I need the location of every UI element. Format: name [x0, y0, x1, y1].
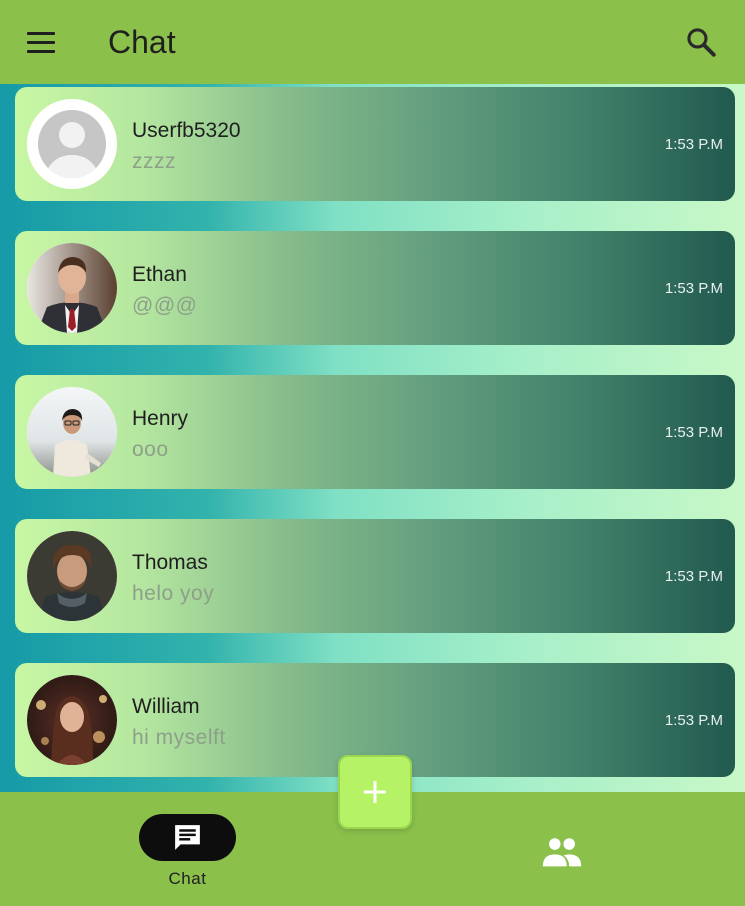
- chat-last-message: zzzz: [132, 150, 176, 173]
- photo-woman-icon: [27, 675, 117, 765]
- chat-list-item[interactable]: Thomas helo yoy 1:53 P.M: [15, 519, 735, 633]
- chat-last-message: @@@: [132, 294, 198, 317]
- chat-last-message: hi myselft: [132, 726, 226, 749]
- nav-item-chat[interactable]: Chat: [139, 814, 236, 888]
- chat-time: 1:53 P.M: [664, 424, 723, 441]
- chat-name: Henry: [132, 407, 189, 430]
- people-icon: [542, 838, 582, 867]
- new-chat-button[interactable]: [338, 755, 412, 829]
- menu-icon[interactable]: [27, 32, 57, 54]
- avatar: [27, 675, 117, 765]
- photo-man-suit-icon: [27, 243, 117, 333]
- chat-last-message: ooo: [132, 438, 169, 461]
- chat-last-message: helo yoy: [132, 582, 215, 605]
- chat-time: 1:53 P.M: [664, 568, 723, 585]
- search-icon[interactable]: [684, 25, 718, 59]
- avatar: [27, 243, 117, 333]
- avatar: [27, 99, 117, 189]
- default-avatar-icon: [27, 99, 117, 189]
- chat-list-item[interactable]: Ethan @@@ 1:53 P.M: [15, 231, 735, 345]
- app-bar: Chat: [0, 0, 745, 84]
- chat-list-item[interactable]: Userfb5320 zzzz 1:53 P.M: [15, 87, 735, 201]
- chat-name: Userfb5320: [132, 119, 241, 142]
- chat-name: Ethan: [132, 263, 187, 286]
- chat-time: 1:53 P.M: [664, 280, 723, 297]
- chat-icon: [175, 825, 200, 850]
- plus-icon: [364, 781, 386, 803]
- avatar: [27, 387, 117, 477]
- chat-time: 1:53 P.M: [664, 136, 723, 153]
- photo-person-glasses-icon: [27, 387, 117, 477]
- nav-item-label: Chat: [168, 869, 207, 888]
- chat-name: William: [132, 695, 200, 718]
- nav-item-people[interactable]: [541, 836, 583, 868]
- photo-man-beard-icon: [27, 531, 117, 621]
- page-title: Chat: [108, 24, 176, 60]
- chat-list-item[interactable]: Henry ooo 1:53 P.M: [15, 375, 735, 489]
- chat-name: Thomas: [132, 551, 208, 574]
- avatar: [27, 531, 117, 621]
- nav-active-indicator: [139, 814, 236, 861]
- chat-time: 1:53 P.M: [664, 712, 723, 729]
